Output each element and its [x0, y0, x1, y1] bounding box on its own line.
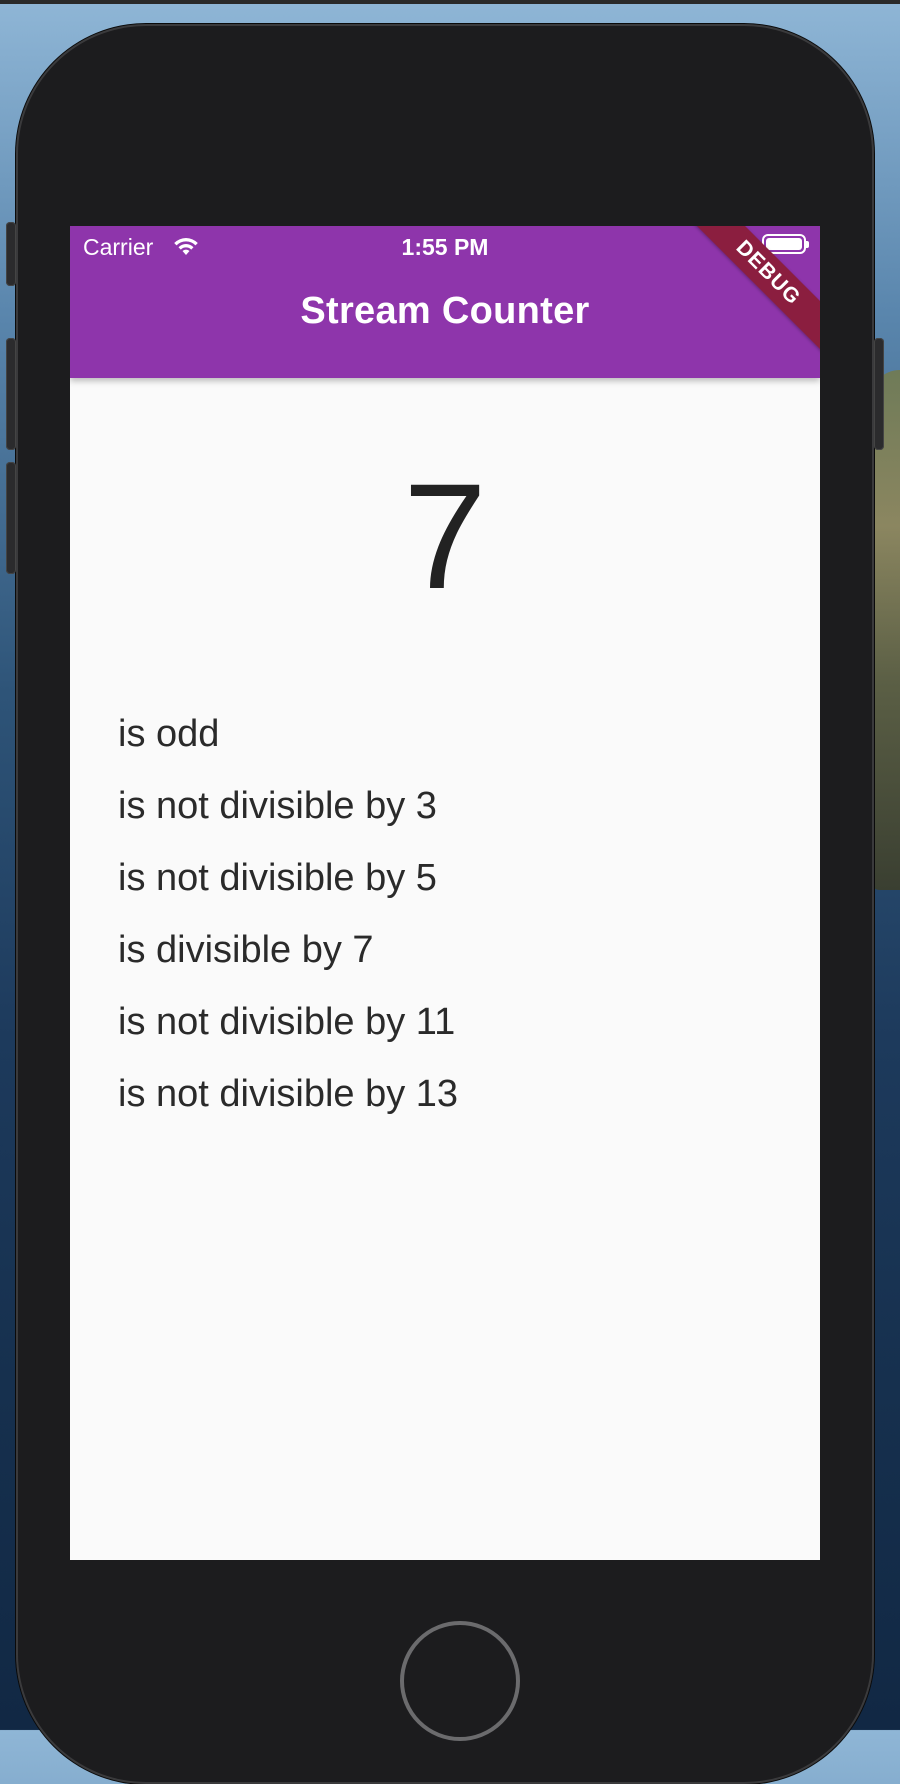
app-bar: Carrier 1:55 PM Stream Counter DEBUG	[70, 226, 820, 378]
facts-list: is odd is not divisible by 3 is not divi…	[118, 698, 458, 1130]
fact-divisible-3: is not divisible by 3	[118, 785, 437, 827]
app-screen: Carrier 1:55 PM Stream Counter DEBUG 7 i…	[70, 226, 820, 1560]
desktop-top-bar	[0, 0, 900, 4]
fact-odd-even: is odd	[118, 713, 220, 755]
power-button	[874, 338, 884, 450]
fact-divisible-11: is not divisible by 11	[118, 1001, 456, 1043]
home-button[interactable]	[400, 1621, 520, 1741]
page-title: Stream Counter	[300, 290, 590, 332]
counter-value: 7	[403, 452, 487, 620]
volume-down-button	[6, 462, 16, 574]
fact-divisible-5: is not divisible by 5	[118, 857, 437, 899]
volume-up-button	[6, 338, 16, 450]
status-time: 1:55 PM	[401, 234, 489, 260]
fact-divisible-13: is not divisible by 13	[118, 1073, 459, 1115]
mute-switch	[6, 222, 16, 286]
fact-divisible-7: is divisible by 7	[118, 929, 374, 971]
